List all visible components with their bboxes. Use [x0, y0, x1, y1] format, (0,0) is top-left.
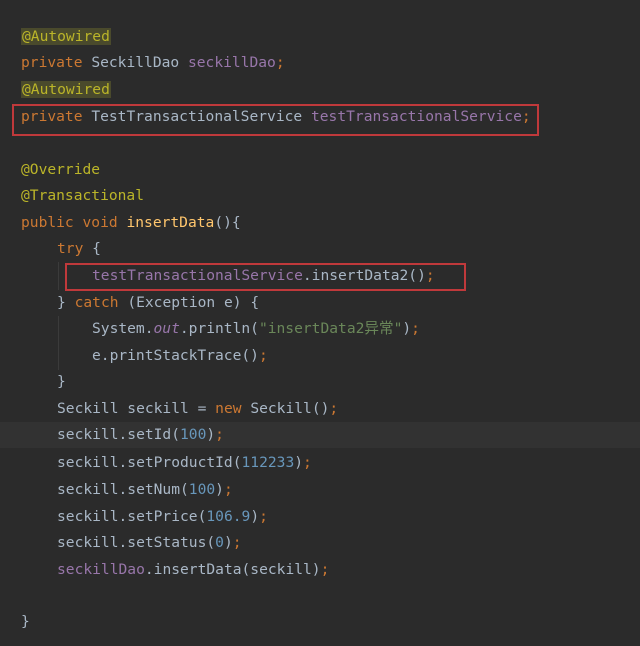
class-name: System.: [92, 320, 154, 337]
annotation: @Autowired: [21, 28, 111, 45]
code-line-13[interactable]: e.printStackTrace();: [0, 343, 640, 369]
code-line-8[interactable]: public void insertData(){: [0, 210, 640, 236]
annotation: @Autowired: [21, 81, 111, 98]
code-line-21[interactable]: seckillDao.insertData(seckill);: [0, 557, 640, 583]
keyword: new: [215, 400, 242, 417]
keyword: public: [21, 214, 74, 231]
semicolon: ;: [223, 481, 233, 498]
code-line-16[interactable]: seckill.setId(100);: [0, 422, 640, 448]
number-literal: 100: [180, 426, 207, 443]
punctuation: ): [402, 320, 412, 337]
code-line-3[interactable]: @Autowired: [0, 77, 640, 103]
brace: }: [57, 294, 66, 311]
code-line-2[interactable]: private SeckillDao seckillDao;: [0, 50, 640, 76]
highlight-box-call: [65, 263, 466, 291]
semicolon: ;: [215, 426, 224, 443]
semicolon: ;: [232, 534, 242, 551]
method-call: seckill.setNum(: [57, 481, 189, 498]
type-name: SeckillDao: [91, 54, 180, 71]
keyword: private: [21, 54, 83, 71]
annotation: @Override: [21, 161, 101, 178]
punctuation: ): [215, 481, 224, 498]
code-line-6[interactable]: @Override: [0, 157, 640, 183]
field-name: seckillDao: [187, 54, 276, 71]
code-line-9[interactable]: try {: [0, 236, 640, 262]
punctuation: ): [223, 534, 233, 551]
method-call: seckill.setId(: [57, 426, 181, 443]
number-literal: 0: [215, 534, 224, 551]
number-literal: 106.9: [206, 508, 251, 525]
method-call: .println(: [179, 320, 259, 337]
number-literal: 112233: [241, 454, 295, 471]
punctuation: ): [206, 426, 216, 443]
highlight-box-field: [12, 104, 539, 136]
field-name: seckillDao: [57, 561, 145, 578]
code-line-17[interactable]: seckill.setProductId(112233);: [0, 450, 640, 476]
code-line-19[interactable]: seckill.setPrice(106.9);: [0, 504, 640, 530]
semicolon: ;: [259, 508, 268, 525]
code-line-18[interactable]: seckill.setNum(100);: [0, 477, 640, 503]
semicolon: ;: [303, 454, 312, 471]
number-literal: 100: [188, 481, 216, 498]
string-literal: "insertData2异常": [258, 320, 403, 337]
punctuation: ): [250, 508, 260, 525]
code-line-12[interactable]: System.out.println("insertData2异常");: [0, 316, 640, 342]
static-field: out: [153, 320, 180, 337]
annotation: @Transactional: [21, 187, 145, 204]
code-line-7[interactable]: @Transactional: [0, 183, 640, 209]
code-line-20[interactable]: seckill.setStatus(0);: [0, 530, 640, 556]
keyword: catch: [74, 294, 119, 311]
method-call: seckill.setStatus(: [57, 534, 216, 551]
semicolon: ;: [320, 561, 330, 578]
punctuation: {: [92, 240, 101, 257]
declaration: Seckill seckill =: [57, 400, 216, 417]
code-editor[interactable]: @Autowired private SeckillDao seckillDao…: [0, 0, 640, 646]
code-line-14[interactable]: }: [0, 369, 640, 395]
code-line-15[interactable]: Seckill seckill = new Seckill();: [0, 396, 640, 422]
method-call: .insertData(seckill): [144, 561, 321, 578]
constructor-call: Seckill(): [250, 400, 330, 417]
method-name: insertData: [126, 214, 215, 231]
code-line-1[interactable]: @Autowired: [0, 24, 640, 50]
semicolon: ;: [411, 320, 420, 337]
brace: }: [57, 373, 66, 390]
keyword: try: [57, 240, 84, 257]
semicolon: ;: [329, 400, 339, 417]
semicolon: ;: [258, 347, 268, 364]
brace: }: [21, 613, 30, 630]
code-line-11[interactable]: } catch (Exception e) {: [0, 290, 640, 316]
semicolon: ;: [275, 54, 285, 71]
keyword: void: [82, 214, 118, 231]
punctuation: (){: [214, 214, 241, 231]
punctuation: ): [294, 454, 304, 471]
method-call: e.printStackTrace(): [92, 347, 259, 364]
punctuation: (Exception e) {: [127, 294, 260, 311]
method-call: seckill.setProductId(: [57, 454, 242, 471]
method-call: seckill.setPrice(: [57, 508, 207, 525]
code-line-23[interactable]: }: [0, 609, 640, 635]
